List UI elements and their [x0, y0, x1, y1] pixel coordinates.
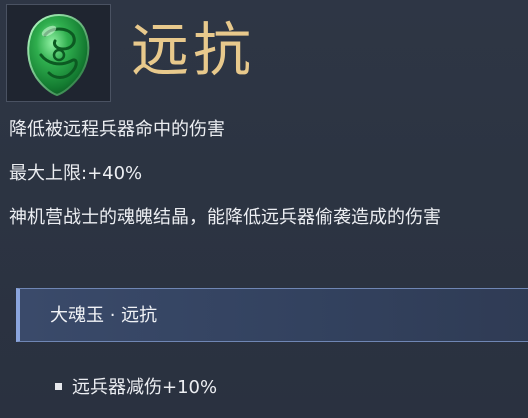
set-header: 大魂玉 · 远抗	[16, 288, 528, 342]
item-description-text: 神机营战士的魂魄结晶，能降低远兵器偷袭造成的伤害	[9, 207, 441, 228]
item-icon-frame	[6, 4, 111, 102]
item-effect-text: 降低被远程兵器命中的伤害	[9, 119, 225, 140]
set-bonus-text: 远兵器减伤+10%	[72, 377, 218, 398]
item-max-limit-text: 最大上限:+40%	[9, 163, 143, 184]
jade-soul-gem-icon	[27, 13, 90, 97]
set-header-label: 大魂玉 · 远抗	[50, 305, 158, 326]
bullet-icon	[55, 383, 62, 390]
item-title: 远抗	[131, 16, 256, 84]
